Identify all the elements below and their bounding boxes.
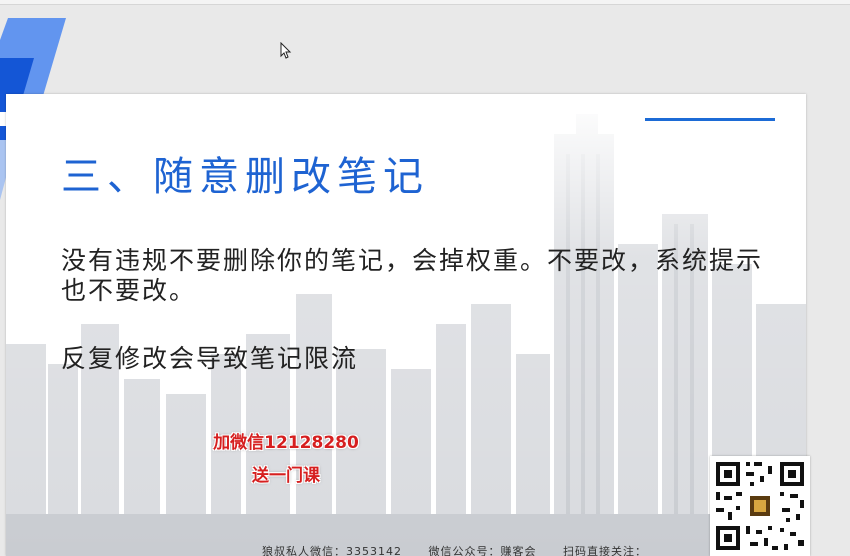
footer-private-wechat: 狼叔私人微信：3353142 bbox=[262, 545, 402, 556]
footer-contact: 狼叔私人微信：3353142 微信公众号：赚客会 扫码直接关注： bbox=[262, 543, 647, 556]
presentation-slide: 三、随意删改笔记 没有违规不要删除你的笔记，会掉权重。不要改，系统提示也不要改。… bbox=[6, 94, 806, 556]
window-top-strip bbox=[0, 0, 850, 5]
title-accent-line bbox=[645, 118, 775, 121]
slide-paragraph-1: 没有违规不要删除你的笔记，会掉权重。不要改，系统提示也不要改。 bbox=[61, 246, 764, 305]
mouse-pointer-icon bbox=[280, 42, 292, 59]
slide-paragraph-2: 反复修改会导致笔记限流 bbox=[61, 344, 359, 373]
promo-wechat-text: 加微信12128280 bbox=[213, 433, 359, 453]
footer-scan-prompt: 扫码直接关注： bbox=[563, 545, 647, 556]
qr-code-icon[interactable] bbox=[710, 456, 810, 556]
footer-official-account: 微信公众号：赚客会 bbox=[428, 545, 537, 556]
slide-title: 三、随意删改笔记 bbox=[61, 154, 429, 200]
promo-free-course-text: 送一门课 bbox=[252, 466, 320, 486]
